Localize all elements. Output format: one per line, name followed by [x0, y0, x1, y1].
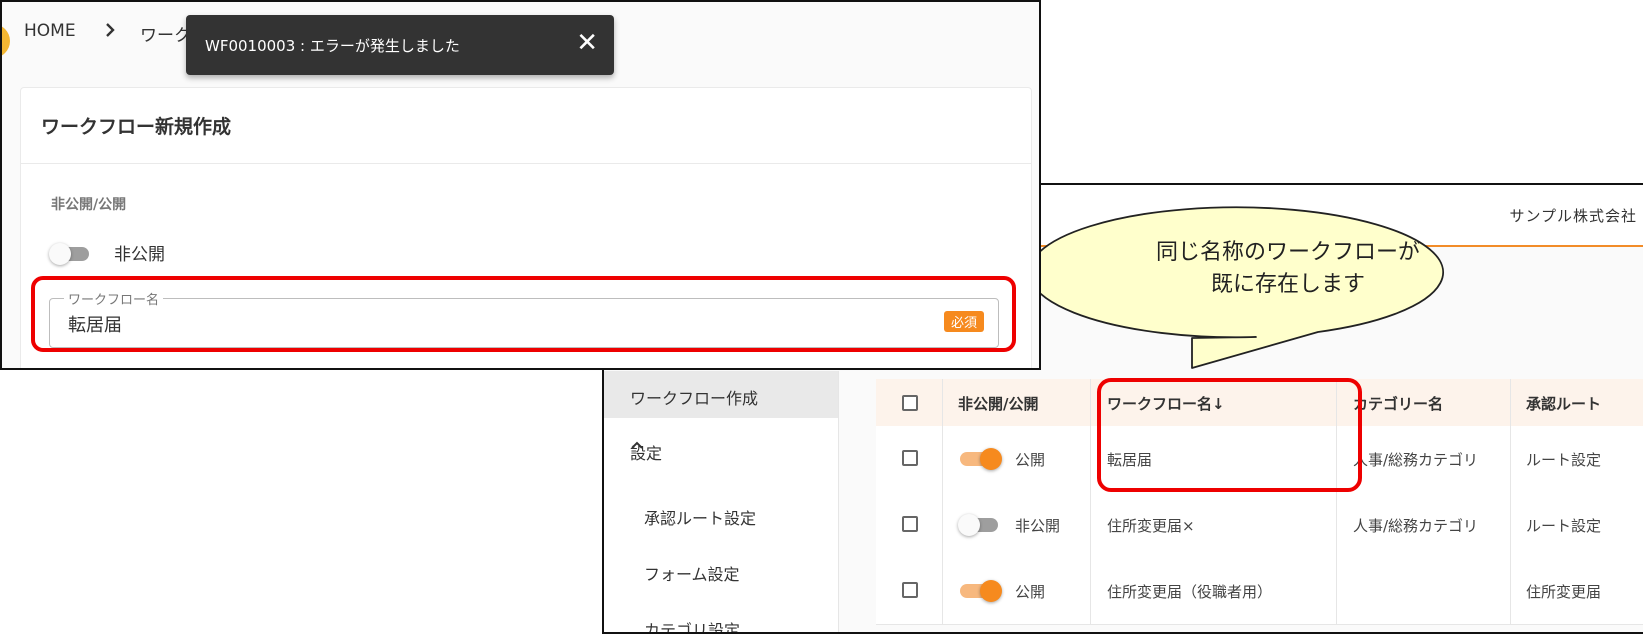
- chevron-right-icon: [104, 19, 116, 42]
- sidebar-item-approval-route[interactable]: 承認ルート設定: [604, 487, 838, 547]
- chevron-up-icon: [630, 436, 814, 454]
- status-label: 公開: [1015, 451, 1046, 469]
- publish-toggle[interactable]: [958, 447, 1002, 470]
- publish-toggle[interactable]: [958, 513, 1002, 536]
- sidebar-item-label: フォーム設定: [644, 565, 740, 584]
- workflow-name-cell[interactable]: 住所変更届（役職者用）: [1107, 581, 1272, 602]
- visibility-state-label: 非公開: [114, 245, 165, 265]
- sidebar-item-category-settings[interactable]: カテゴリ設定: [604, 601, 838, 634]
- company-name: サンプル株式会社: [1509, 207, 1637, 225]
- approval-route-cell[interactable]: ルート設定: [1526, 449, 1601, 470]
- callout-line: 同じ名称のワークフローが: [1155, 240, 1420, 265]
- sidebar-item-label: 承認ルート設定: [644, 509, 757, 528]
- sidebar-item-settings[interactable]: 設定: [604, 418, 838, 484]
- sidebar-item-workflow-create[interactable]: ワークフロー作成: [604, 371, 838, 418]
- status-label: 公開: [1015, 583, 1046, 601]
- close-icon[interactable]: ✕: [576, 28, 598, 58]
- approval-route-cell[interactable]: 住所変更届: [1526, 581, 1601, 602]
- column-divider: [1510, 379, 1511, 624]
- callout-line: 既に存在します: [1210, 272, 1365, 297]
- column-divider: [942, 379, 943, 624]
- card-title: ワークフロー新規作成: [41, 116, 232, 138]
- name-column-highlight: [1097, 378, 1362, 492]
- name-field-highlight: [31, 276, 1016, 352]
- workflow-name-cell[interactable]: 住所変更届×: [1107, 515, 1195, 536]
- column-header-visibility[interactable]: 非公開/公開: [958, 393, 1038, 414]
- error-snackbar: WF0010003 : エラーが発生しました ✕: [186, 15, 614, 75]
- table-row[interactable]: 公開 住所変更届（役職者用） 住所変更届: [876, 558, 1643, 625]
- row-checkbox[interactable]: [902, 516, 918, 532]
- snackbar-message: WF0010003 : エラーが発生しました: [205, 37, 460, 55]
- column-divider: [1090, 379, 1091, 624]
- sidebar-item-form-settings[interactable]: フォーム設定: [604, 543, 838, 603]
- category-cell: 人事/総務カテゴリ: [1353, 451, 1479, 469]
- column-header-approval-route[interactable]: 承認ルート: [1526, 393, 1601, 414]
- status-label: 非公開: [1015, 517, 1061, 535]
- select-all-checkbox[interactable]: [902, 395, 918, 411]
- column-header-category[interactable]: カテゴリー名: [1353, 393, 1443, 414]
- visibility-label: 非公開/公開: [51, 197, 127, 213]
- approval-route-cell[interactable]: ルート設定: [1526, 515, 1601, 536]
- breadcrumb-home[interactable]: HOME: [24, 21, 76, 41]
- row-checkbox[interactable]: [902, 582, 918, 598]
- divider: [21, 163, 1031, 164]
- table-row[interactable]: 非公開 住所変更届× 人事/総務カテゴリ ルート設定: [876, 492, 1643, 559]
- sidebar: ワークフロー作成 設定 承認ルート設定 フォーム設定 カテゴリ設定: [604, 371, 839, 632]
- sidebar-item-label: ワークフロー作成: [630, 389, 759, 408]
- avatar[interactable]: [2, 24, 10, 58]
- publish-toggle[interactable]: [958, 579, 1002, 602]
- row-checkbox[interactable]: [902, 450, 918, 466]
- sidebar-item-label: カテゴリ設定: [644, 621, 741, 634]
- callout-text: 同じ名称のワークフローが 既に存在します: [1088, 237, 1488, 301]
- visibility-toggle[interactable]: [49, 242, 93, 265]
- breadcrumb-current[interactable]: ワーク: [140, 21, 191, 46]
- category-cell: 人事/総務カテゴリ: [1353, 517, 1479, 535]
